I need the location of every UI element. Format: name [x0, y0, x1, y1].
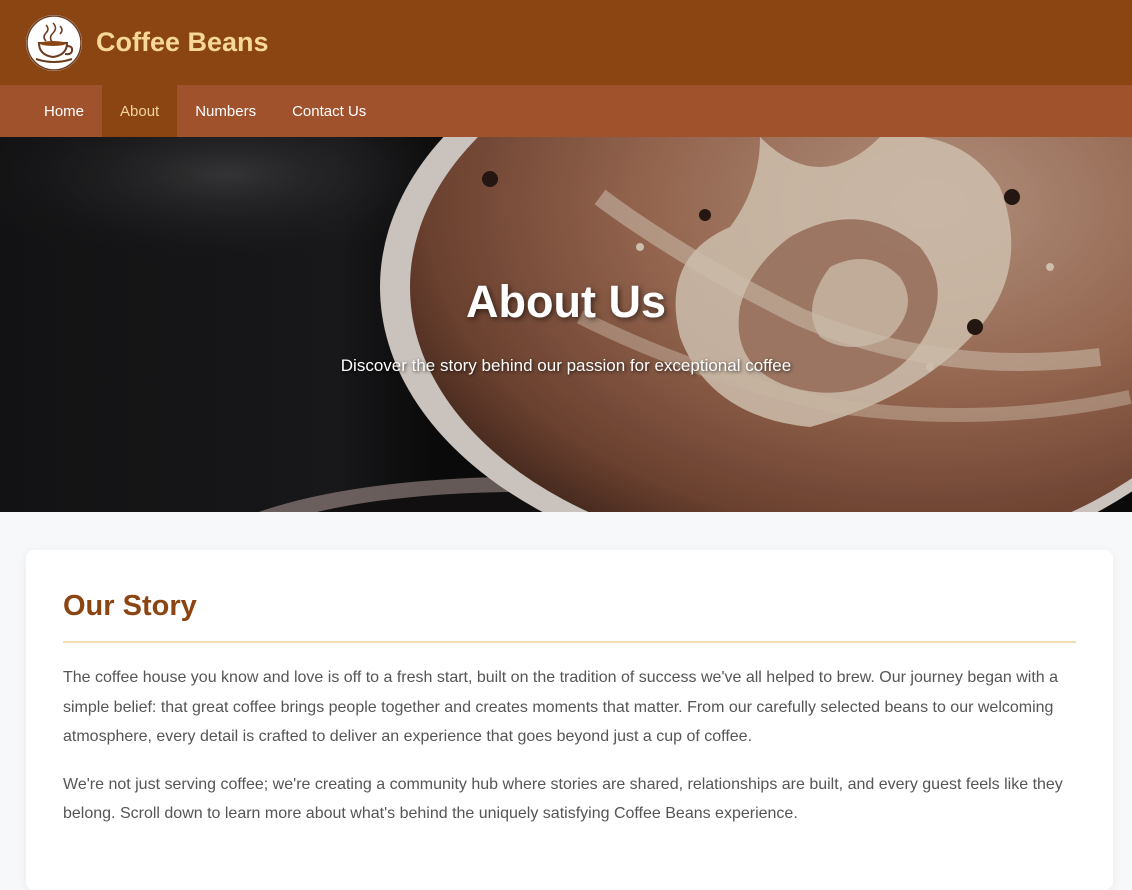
story-paragraph-2: We're not just serving coffee; we're cre…	[63, 775, 1063, 823]
main-nav: Home About Numbers Contact Us	[0, 85, 1132, 137]
nav-home-link[interactable]: Home	[26, 85, 102, 137]
site-header: Coffee Beans	[0, 0, 1132, 85]
nav-about-link[interactable]: About	[102, 85, 178, 137]
brand-name[interactable]: Coffee Beans	[96, 27, 269, 58]
hero-subtitle: Discover the story behind our passion fo…	[340, 356, 792, 375]
coffee-cup-icon[interactable]	[26, 14, 82, 71]
hero-title: About Us	[466, 276, 666, 327]
nav-contact-link[interactable]: Contact Us	[274, 85, 384, 137]
section-title: Our Story	[63, 590, 1076, 643]
story-paragraph-1: The coffee house you know and love is of…	[63, 669, 1059, 745]
our-story-card: Our Story The coffee house you know and …	[26, 550, 1113, 890]
nav-numbers-link[interactable]: Numbers	[177, 85, 274, 137]
